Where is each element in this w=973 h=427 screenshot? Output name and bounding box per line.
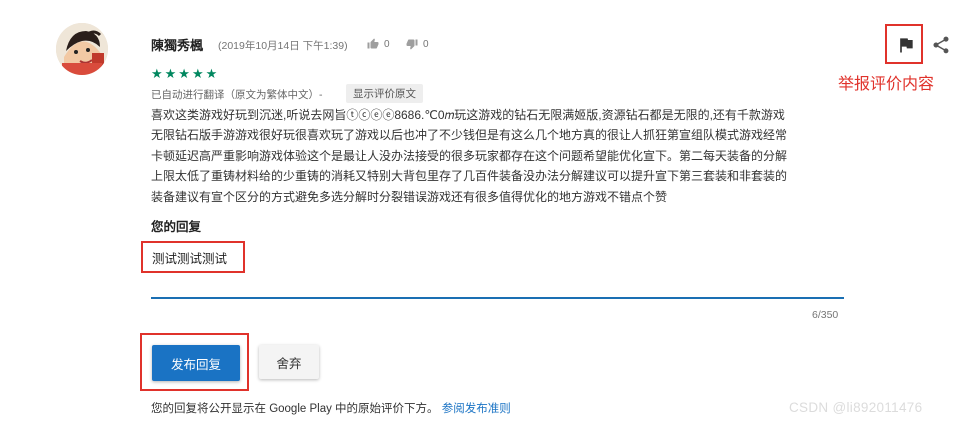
flag-icon[interactable] xyxy=(896,35,916,55)
review-card: 陳獨秀楓 (2019年10月14日 下午1:39) 0 0 ★★★★★ 已自动进… xyxy=(0,0,973,427)
reply-heading: 您的回复 xyxy=(151,220,202,234)
translation-note: 已自动进行翻译（原文为繁体中文）- xyxy=(151,89,323,101)
star-rating: ★★★★★ xyxy=(151,66,220,81)
reply-input[interactable]: 测试测试测试 xyxy=(152,248,227,267)
review-text-line: 喜欢这类游戏好玩到沉迷,听说去网旨ⓣⓒⓔⓔ8686.℃0𝑚玩这游戏的钻石无限满姬… xyxy=(151,108,785,122)
show-original-button[interactable]: 显示评价原文 xyxy=(346,84,423,103)
share-icon[interactable] xyxy=(931,34,951,56)
review-text-line: 装备建议有宣个区分的方式避免多选分解时分裂错误游戏还有很多值得优化的地方游戏不错… xyxy=(151,189,668,204)
like-count: 0 xyxy=(384,39,390,50)
review-text-line: 上限太低了重铸材料给的少重铸的消耗又特别大背包里存了几百件装备没办法分解建议可以… xyxy=(151,169,788,184)
reply-input-underline xyxy=(151,297,844,299)
publish-reply-button[interactable]: 发布回复 xyxy=(152,345,240,381)
thumb-down-icon[interactable] xyxy=(406,37,418,50)
avatar xyxy=(56,23,108,75)
review-text-line: 卡顿延迟高严重影响游戏体验这个是最让人没办法接受的很多玩家都存在这个问题希望能优… xyxy=(151,148,788,163)
reviewer-name: 陳獨秀楓 xyxy=(151,38,204,53)
watermark: CSDN @li892011476 xyxy=(789,400,923,415)
review-text: 喜欢这类游戏好玩到沉迷,听说去网旨ⓣⓒⓔⓔ8686.℃0𝑚玩这游戏的钻石无限满姬… xyxy=(151,105,847,207)
posting-guidelines-link[interactable]: 参阅发布准则 xyxy=(442,403,511,415)
report-review-annotation: 举报评价内容 xyxy=(838,74,935,93)
discard-button[interactable]: 舍弃 xyxy=(259,345,319,379)
review-date: (2019年10月14日 下午1:39) xyxy=(218,40,348,52)
dislike-count: 0 xyxy=(423,39,429,50)
review-text-line: 无限钻石版手游游戏很好玩很喜欢玩了游戏以后也冲了不少钱但是有这么几个地方真的很让… xyxy=(151,128,788,143)
char-counter: 6/350 xyxy=(812,309,839,321)
reply-footer-note: 您的回复将公开显示在 Google Play 中的原始评价下方。 参阅发布准则 xyxy=(151,400,511,416)
thumb-up-icon[interactable] xyxy=(367,37,379,49)
footer-text: 您的回复将公开显示在 Google Play 中的原始评价下方。 xyxy=(151,403,439,415)
